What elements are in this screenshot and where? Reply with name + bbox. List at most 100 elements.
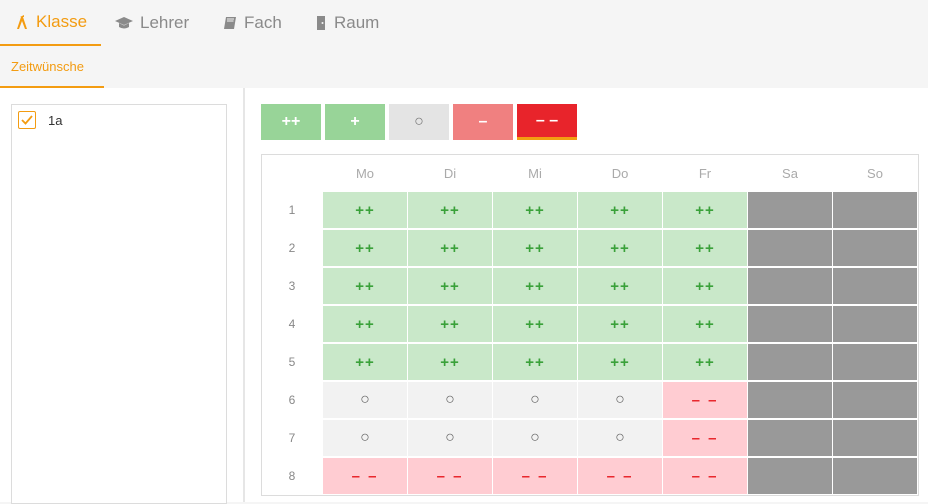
grid-cell[interactable]: ++ — [493, 230, 577, 266]
grid-cell — [833, 306, 917, 342]
book-icon — [222, 15, 238, 31]
grid-cell[interactable]: ++ — [493, 192, 577, 228]
grid-cell — [748, 344, 832, 380]
legend-neutral-button[interactable]: ○ — [389, 104, 449, 140]
period-label: 6 — [288, 393, 296, 407]
grid-cell — [833, 268, 917, 304]
panel-divider — [243, 88, 245, 502]
grid-cell[interactable]: ++ — [493, 268, 577, 304]
tab-klasse[interactable]: Klasse — [0, 0, 102, 46]
day-header: Do — [611, 165, 629, 181]
checkmark-icon — [21, 115, 33, 125]
tab-label: Lehrer — [140, 13, 190, 32]
day-header: Mo — [355, 165, 375, 181]
tab-label: Raum — [334, 13, 380, 32]
grid-cell — [833, 230, 917, 266]
grid-cell — [748, 268, 832, 304]
period-label: 5 — [288, 355, 296, 369]
grid-cell[interactable]: ○ — [493, 382, 577, 418]
grid-cell[interactable]: ++ — [578, 344, 662, 380]
grid-cell[interactable]: ++ — [323, 268, 407, 304]
grid-cell[interactable]: – – — [663, 420, 747, 456]
graduation-cap-icon — [114, 15, 134, 31]
grid-cell[interactable]: – – — [578, 458, 662, 494]
main-content: 1a ++ + ○ – – – Mo Di Mi Do Fr Sa So 1 ++ ++ ++ ++ +… — [0, 88, 928, 504]
grid-cell — [833, 192, 917, 228]
class-checkbox[interactable] — [18, 111, 36, 129]
legend-preferred-button[interactable]: + — [325, 104, 385, 140]
day-header: Di — [443, 165, 457, 181]
day-header: So — [867, 165, 883, 181]
grid-cell[interactable]: ++ — [323, 230, 407, 266]
grid-cell[interactable]: ++ — [408, 268, 492, 304]
grid-cell[interactable]: ++ — [493, 344, 577, 380]
door-icon — [314, 15, 328, 31]
grid-cell[interactable]: ++ — [408, 230, 492, 266]
grid-cell[interactable]: ++ — [578, 230, 662, 266]
grid-cell — [748, 306, 832, 342]
grid-cell — [748, 382, 832, 418]
class-icon — [14, 14, 30, 30]
grid-cell — [748, 230, 832, 266]
grid-cell — [748, 192, 832, 228]
tab-zeitwuensche[interactable]: Zeitwünsche — [0, 46, 104, 88]
grid-cell[interactable]: ++ — [663, 230, 747, 266]
grid-cell[interactable]: ○ — [578, 420, 662, 456]
grid-cell[interactable]: ++ — [323, 306, 407, 342]
grid-cell — [833, 420, 917, 456]
grid-cell[interactable]: ++ — [663, 268, 747, 304]
period-label: 8 — [288, 469, 296, 483]
grid-cell[interactable]: – – — [323, 458, 407, 494]
grid-cell — [748, 458, 832, 494]
grid-cell[interactable]: ○ — [408, 420, 492, 456]
grid-cell[interactable]: ○ — [578, 382, 662, 418]
grid-cell[interactable]: – – — [408, 458, 492, 494]
grid-cell[interactable]: ++ — [408, 344, 492, 380]
preference-legend: ++ + ○ – – – — [261, 104, 577, 140]
period-label: 7 — [288, 431, 296, 445]
list-item[interactable]: 1a — [18, 111, 62, 129]
tab-lehrer[interactable]: Lehrer — [100, 0, 203, 46]
grid-cell[interactable]: ++ — [578, 306, 662, 342]
legend-very-unpreferred-button[interactable]: – – — [517, 104, 577, 140]
grid-cell[interactable]: ++ — [578, 268, 662, 304]
grid-cell[interactable]: ++ — [323, 192, 407, 228]
tab-label: Klasse — [36, 12, 88, 31]
grid-cell — [833, 458, 917, 494]
period-label: 4 — [288, 317, 296, 331]
grid-cell[interactable]: – – — [493, 458, 577, 494]
grid-cell[interactable]: ++ — [578, 192, 662, 228]
grid-cell[interactable]: ++ — [663, 344, 747, 380]
period-label: 3 — [288, 279, 296, 293]
sub-navigation: Zeitwünsche — [0, 46, 928, 88]
grid-cell[interactable]: ++ — [408, 192, 492, 228]
grid-cell[interactable]: – – — [663, 382, 747, 418]
legend-very-preferred-button[interactable]: ++ — [261, 104, 321, 140]
grid-cell — [833, 344, 917, 380]
grid-cell — [748, 420, 832, 456]
grid-cell[interactable]: ○ — [408, 382, 492, 418]
period-label: 2 — [288, 241, 296, 255]
class-list: 1a — [11, 104, 227, 504]
grid-cell[interactable]: – – — [663, 458, 747, 494]
grid-cell[interactable]: ++ — [663, 192, 747, 228]
grid-cell[interactable]: ++ — [408, 306, 492, 342]
grid-cell[interactable]: ○ — [323, 420, 407, 456]
day-header: Sa — [782, 165, 798, 181]
day-header: Mi — [528, 165, 542, 181]
grid-cell[interactable]: ○ — [323, 382, 407, 418]
grid-cell[interactable]: ++ — [663, 306, 747, 342]
tab-fach[interactable]: Fach — [208, 0, 296, 46]
legend-unpreferred-button[interactable]: – — [453, 104, 513, 140]
tab-raum[interactable]: Raum — [300, 0, 393, 46]
time-preference-grid: Mo Di Mi Do Fr Sa So 1 ++ ++ ++ ++ ++ 2 ++ ++ ++ ++ ++ 3 ++ +… — [261, 154, 919, 496]
grid-cell[interactable]: ○ — [493, 420, 577, 456]
grid-cell[interactable]: ++ — [323, 344, 407, 380]
grid-cell[interactable]: ++ — [493, 306, 577, 342]
tab-label: Fach — [244, 13, 282, 32]
period-label: 1 — [288, 203, 296, 217]
grid-cell — [833, 382, 917, 418]
class-label: 1a — [48, 112, 63, 128]
top-navigation: Klasse Lehrer Fach Raum — [0, 0, 928, 46]
day-header: Fr — [698, 165, 712, 181]
